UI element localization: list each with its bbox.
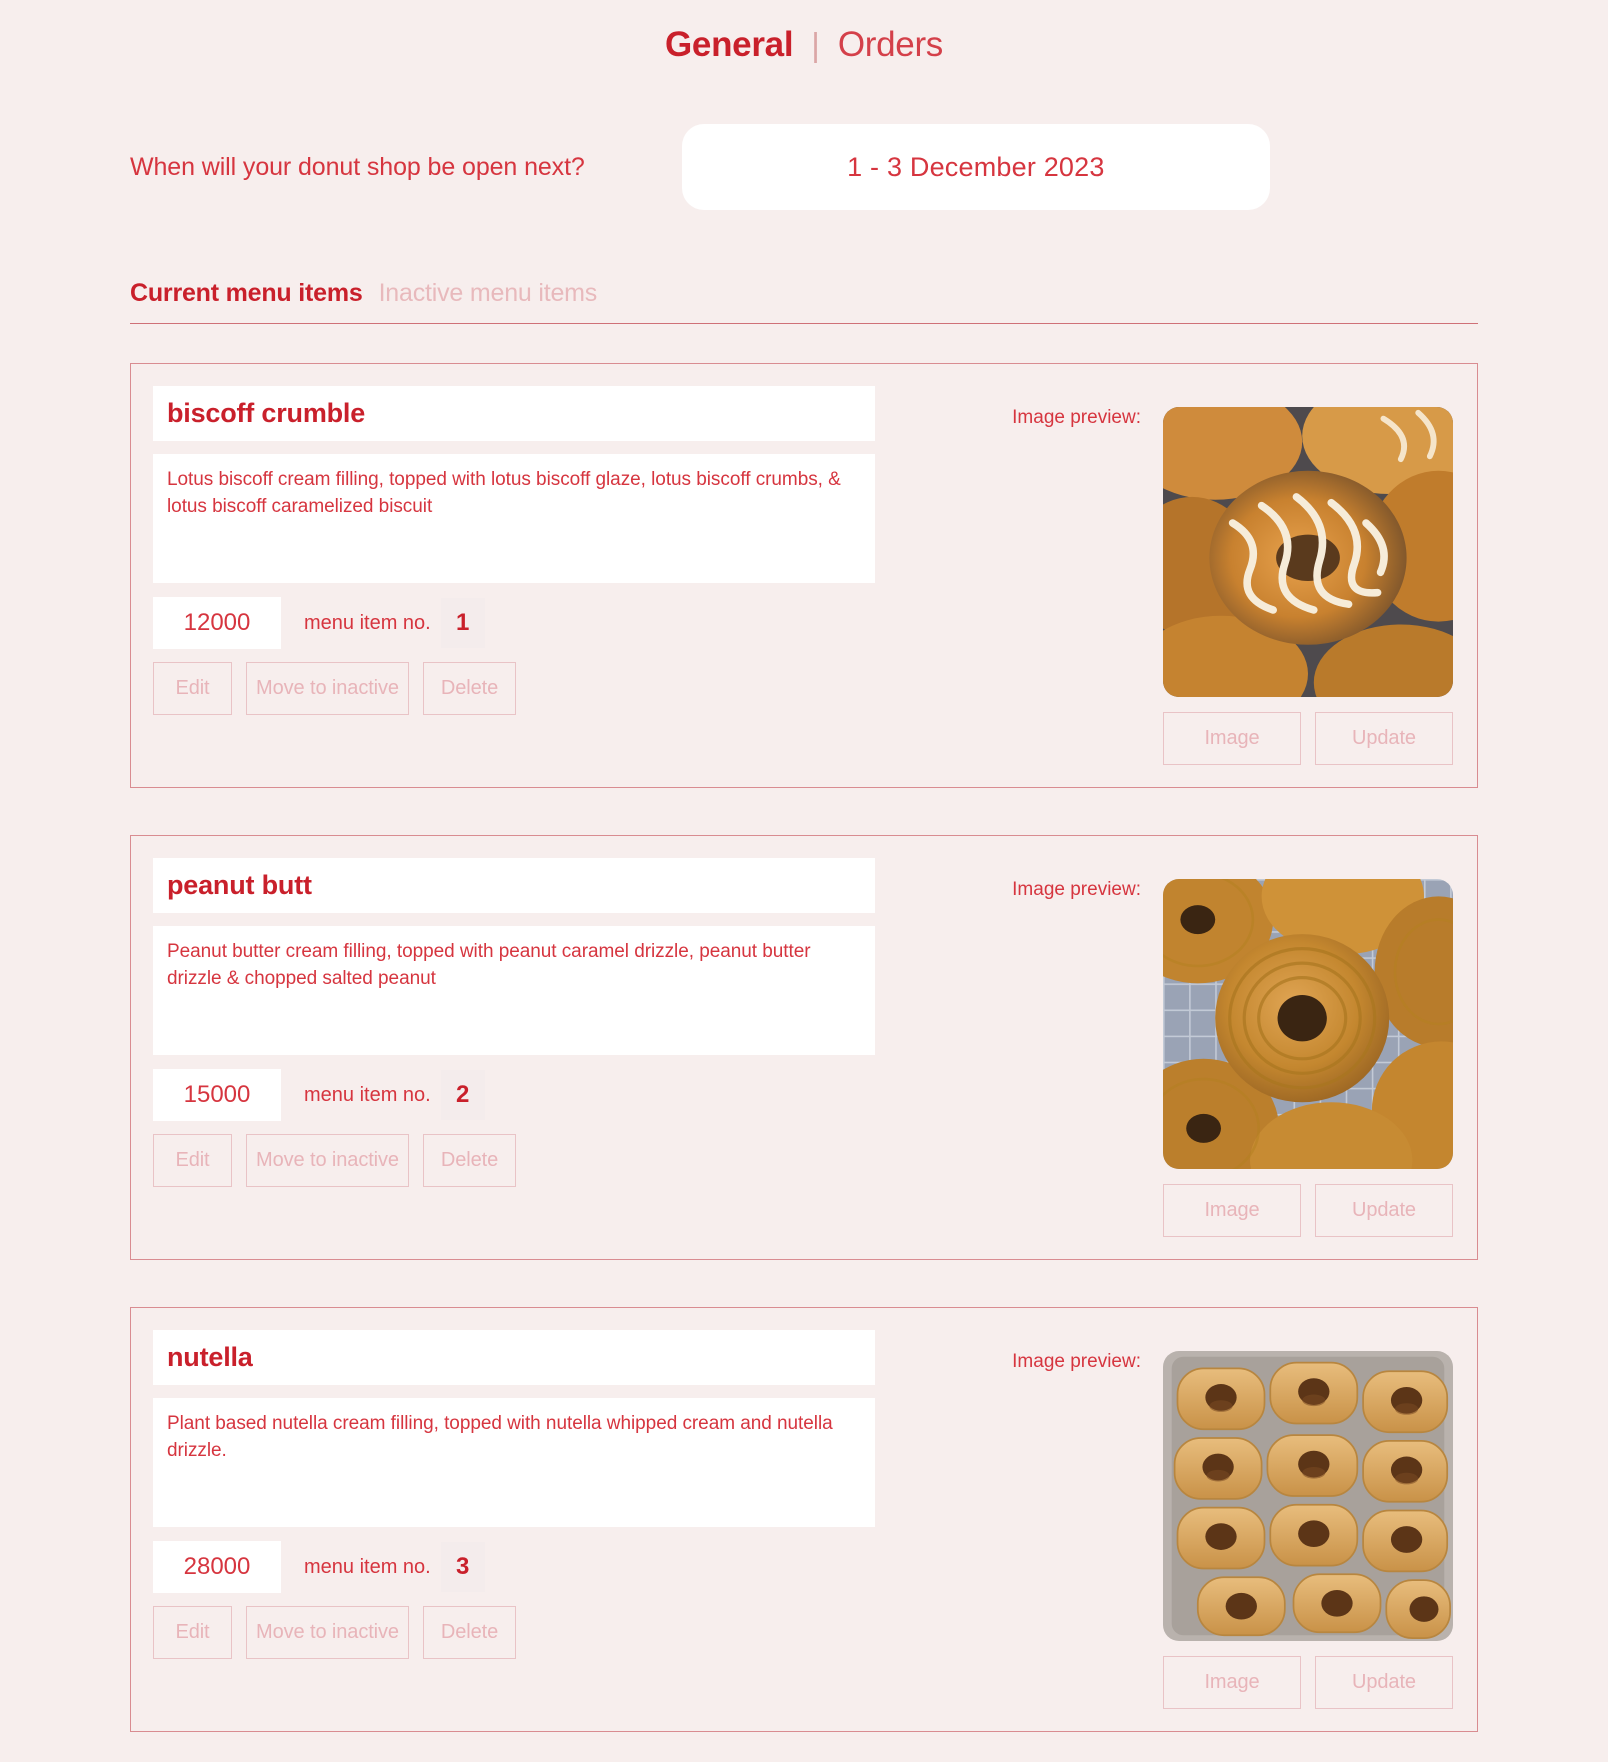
date-range-picker[interactable]: 1 - 3 December 2023 bbox=[681, 124, 1270, 210]
nav-separator: | bbox=[811, 26, 820, 63]
image-actions: Image Update bbox=[1163, 712, 1453, 765]
menu-item-name-value: nutella bbox=[167, 1342, 253, 1372]
update-button[interactable]: Update bbox=[1315, 1656, 1453, 1709]
menu-item-name-input[interactable]: biscoff crumble bbox=[153, 386, 875, 441]
menu-item-image-panel: Image preview: Image Update bbox=[875, 1330, 1453, 1709]
menu-item-no-value: 2 bbox=[456, 1081, 470, 1108]
shop-open-question-row: When will your donut shop be open next? … bbox=[0, 124, 1608, 210]
image-preview-row: Image preview: bbox=[875, 879, 1453, 1169]
tab-inactive-menu-items[interactable]: Inactive menu items bbox=[379, 281, 598, 306]
menu-item-actions: Edit Move to inactive Delete bbox=[153, 662, 875, 715]
edit-button[interactable]: Edit bbox=[153, 1606, 232, 1659]
menu-item-meta-row: 28000 menu item no. 3 bbox=[153, 1541, 875, 1593]
menu-item-card: biscoff crumble Lotus biscoff cream fill… bbox=[130, 363, 1478, 788]
image-actions: Image Update bbox=[1163, 1184, 1453, 1237]
update-button[interactable]: Update bbox=[1315, 712, 1453, 765]
top-navigation: General | Orders bbox=[0, 0, 1608, 62]
image-preview-label: Image preview: bbox=[1012, 1351, 1141, 1372]
menu-item-no-box: 2 bbox=[440, 1070, 485, 1120]
delete-button[interactable]: Delete bbox=[423, 1134, 516, 1187]
image-preview-label: Image preview: bbox=[1012, 879, 1141, 900]
delete-button[interactable]: Delete bbox=[423, 662, 516, 715]
nav-item-orders[interactable]: Orders bbox=[820, 27, 961, 62]
menu-tabs-container: Current menu items Inactive menu items bbox=[0, 281, 1608, 324]
menu-item-price-value: 28000 bbox=[183, 1553, 251, 1580]
menu-item-image-preview bbox=[1163, 879, 1453, 1169]
menu-item-name-input[interactable]: nutella bbox=[153, 1330, 875, 1385]
menu-tabs: Current menu items Inactive menu items bbox=[130, 281, 1478, 324]
menu-item-description-value: Plant based nutella cream filling, toppe… bbox=[167, 1413, 833, 1461]
menu-item-actions: Edit Move to inactive Delete bbox=[153, 1606, 875, 1659]
image-preview-label: Image preview: bbox=[1012, 407, 1141, 428]
menu-item-fields: biscoff crumble Lotus biscoff cream fill… bbox=[153, 386, 875, 715]
date-range-value: 1 - 3 December 2023 bbox=[847, 151, 1105, 182]
menu-item-image-preview bbox=[1163, 1351, 1453, 1641]
menu-item-actions: Edit Move to inactive Delete bbox=[153, 1134, 875, 1187]
menu-item-price-input[interactable]: 15000 bbox=[153, 1069, 281, 1121]
menu-item-image-preview bbox=[1163, 407, 1453, 697]
move-to-inactive-button[interactable]: Move to inactive bbox=[246, 662, 409, 715]
image-button[interactable]: Image bbox=[1163, 1184, 1301, 1237]
edit-button[interactable]: Edit bbox=[153, 662, 232, 715]
menu-item-description-input[interactable]: Peanut butter cream filling, topped with… bbox=[153, 926, 875, 1055]
nav-item-general[interactable]: General bbox=[647, 27, 811, 62]
menu-item-price-input[interactable]: 28000 bbox=[153, 1541, 281, 1593]
menu-item-list: biscoff crumble Lotus biscoff cream fill… bbox=[0, 363, 1608, 1762]
tab-current-menu-items[interactable]: Current menu items bbox=[130, 281, 363, 306]
menu-item-name-value: peanut butt bbox=[167, 870, 312, 900]
menu-item-price-value: 12000 bbox=[183, 609, 251, 636]
move-to-inactive-button[interactable]: Move to inactive bbox=[246, 1606, 409, 1659]
menu-item-no-value: 1 bbox=[456, 609, 470, 636]
menu-item-no-label: menu item no. bbox=[304, 611, 431, 634]
menu-item-meta-row: 12000 menu item no. 1 bbox=[153, 597, 875, 649]
menu-item-image-panel: Image preview: Image Update bbox=[875, 386, 1453, 765]
image-preview-row: Image preview: bbox=[875, 407, 1453, 697]
delete-button[interactable]: Delete bbox=[423, 1606, 516, 1659]
image-button[interactable]: Image bbox=[1163, 712, 1301, 765]
image-preview-row: Image preview: bbox=[875, 1351, 1453, 1641]
menu-item-no-label: menu item no. bbox=[304, 1083, 431, 1106]
menu-item-card: nutella Plant based nutella cream fillin… bbox=[130, 1307, 1478, 1732]
menu-item-no-label: menu item no. bbox=[304, 1555, 431, 1578]
menu-item-no-value: 3 bbox=[456, 1553, 470, 1580]
menu-item-image-panel: Image preview: Image Update bbox=[875, 858, 1453, 1237]
menu-item-price-input[interactable]: 12000 bbox=[153, 597, 281, 649]
move-to-inactive-button[interactable]: Move to inactive bbox=[246, 1134, 409, 1187]
menu-item-description-input[interactable]: Lotus biscoff cream filling, topped with… bbox=[153, 454, 875, 583]
image-actions: Image Update bbox=[1163, 1656, 1453, 1709]
shop-open-question-label: When will your donut shop be open next? bbox=[130, 152, 585, 181]
menu-item-description-value: Lotus biscoff cream filling, topped with… bbox=[167, 469, 841, 517]
edit-button[interactable]: Edit bbox=[153, 1134, 232, 1187]
menu-item-name-input[interactable]: peanut butt bbox=[153, 858, 875, 913]
menu-item-name-value: biscoff crumble bbox=[167, 398, 366, 428]
menu-item-fields: peanut butt Peanut butter cream filling,… bbox=[153, 858, 875, 1187]
image-button[interactable]: Image bbox=[1163, 1656, 1301, 1709]
menu-item-price-value: 15000 bbox=[183, 1081, 251, 1108]
update-button[interactable]: Update bbox=[1315, 1184, 1453, 1237]
menu-item-no-box: 1 bbox=[440, 598, 485, 648]
menu-item-fields: nutella Plant based nutella cream fillin… bbox=[153, 1330, 875, 1659]
menu-item-no-box: 3 bbox=[440, 1542, 485, 1592]
menu-item-card: peanut butt Peanut butter cream filling,… bbox=[130, 835, 1478, 1260]
menu-item-description-input[interactable]: Plant based nutella cream filling, toppe… bbox=[153, 1398, 875, 1527]
menu-item-description-value: Peanut butter cream filling, topped with… bbox=[167, 941, 811, 989]
menu-item-meta-row: 15000 menu item no. 2 bbox=[153, 1069, 875, 1121]
